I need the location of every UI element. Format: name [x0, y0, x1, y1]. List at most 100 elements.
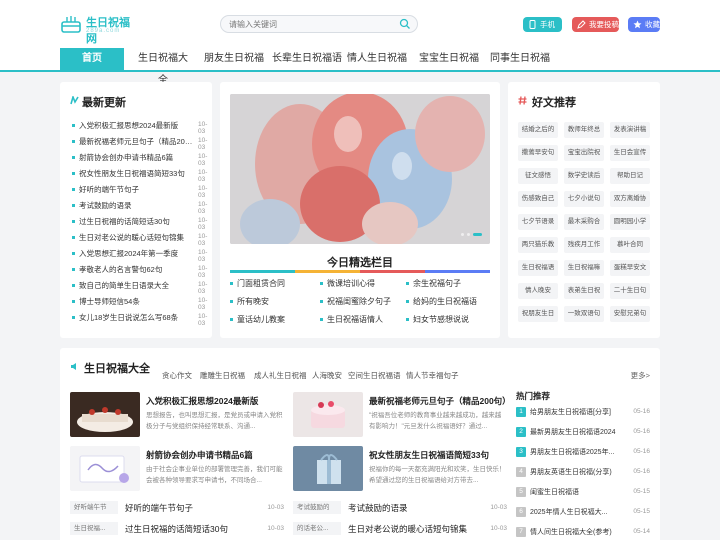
nav-home[interactable]: 首页	[60, 48, 124, 70]
site-header: 生日祝福网 289a.com 手机端 我要投稿 收藏	[0, 0, 720, 48]
submit-label: 我要投稿	[589, 20, 619, 29]
tag-link[interactable]: 七夕小说句	[564, 191, 604, 207]
tag-link[interactable]: 发表演讲稿	[610, 122, 650, 138]
slider-dots[interactable]	[458, 229, 482, 238]
latest-item-date: 10-03	[198, 185, 208, 199]
pick-link[interactable]: 生日祝福语情人	[320, 314, 383, 325]
site-logo[interactable]: 生日祝福网 289a.com	[60, 12, 140, 45]
hot-item-date: 05-16	[633, 448, 650, 455]
list-text: 好听的端午节句子	[125, 503, 194, 513]
search-icon[interactable]	[399, 18, 411, 30]
feature-item[interactable]: 入党积极汇报思想2024最新版 思想报告，也叫思想汇报，是党员或申请入党积极分子…	[70, 392, 284, 440]
latest-item[interactable]: 好听的端午节句子 10-03	[72, 182, 207, 199]
hot-item[interactable]: 3 男朋友生日祝福语2025年... 05-16	[516, 446, 650, 460]
feature-item[interactable]: 射箭协会创办申请书精品6篇 由于社会企事业单位的部署管理完善，我们可能会被各种领…	[70, 446, 284, 494]
tag-link[interactable]: 撒蔫早安句	[518, 145, 558, 161]
section-tab[interactable]: 贪心作文	[162, 370, 192, 381]
tag-link[interactable]: 生日祝福语	[518, 260, 558, 276]
pick-link[interactable]: 所有晚安	[230, 296, 269, 307]
section-tab[interactable]: 成人礼生日祝福	[254, 370, 307, 381]
tag-link[interactable]: 帮助日记	[610, 168, 650, 184]
tag-link[interactable]: 数学史读后	[564, 168, 604, 184]
tag-link[interactable]: 慕叶合同	[610, 237, 650, 253]
pick-link[interactable]: 余生祝福句子	[406, 278, 461, 289]
nav-elder-wishes[interactable]: 长辈生日祝福语	[272, 48, 342, 70]
submit-article-button[interactable]: 我要投稿	[572, 17, 619, 32]
latest-item[interactable]: 过生日祝福的话简短话30句 10-03	[72, 214, 207, 231]
section-tab[interactable]: 人海晚安	[312, 370, 342, 381]
feature-item[interactable]: 祝女性朋友生日祝福语简短33句 祝福你的每一天都充满阳光和欢笑，生日快乐！希望通…	[293, 446, 507, 494]
feature-thumb	[293, 446, 363, 491]
section-tab[interactable]: 雕雕生日祝福	[200, 370, 245, 381]
hot-item[interactable]: 1 给男朋友生日祝福语[分享] 05-16	[516, 406, 650, 420]
tag-link[interactable]: 两只猫乐教	[518, 237, 558, 253]
tag-link[interactable]: 七夕节语录	[518, 214, 558, 230]
favorite-label: 收藏	[645, 20, 660, 29]
hot-item[interactable]: 6 2025年情人生日祝福大... 05-15	[516, 506, 650, 520]
tag-link[interactable]: 表弟生日祝	[564, 283, 604, 299]
latest-item[interactable]: 致自己的简单生日语录大全 10-03	[72, 278, 207, 295]
tag-link[interactable]: 祝朋友生日	[518, 306, 558, 322]
tag-link[interactable]: 安慰兄弟句	[610, 306, 650, 322]
tag-link[interactable]: 征文感悟	[518, 168, 558, 184]
search-box	[220, 15, 418, 33]
pick-link[interactable]: 给妈的生日祝福语	[406, 296, 477, 307]
nav-lover-wishes[interactable]: 情人生日祝福	[346, 48, 408, 70]
nav-friend-wishes[interactable]: 朋友生日祝福	[204, 48, 264, 70]
tag-link[interactable]: 圆明园小学	[610, 214, 650, 230]
latest-item[interactable]: 女儿18岁生日说说怎么写68条 10-03	[72, 310, 207, 327]
feature-title: 祝女性朋友生日祝福语简短33句	[369, 450, 489, 460]
tag-link[interactable]: 二十生日句	[610, 283, 650, 299]
latest-item-date: 10-03	[198, 217, 208, 231]
mobile-button[interactable]: 手机端	[523, 17, 562, 44]
section-tab[interactable]: 空间生日祝福语	[348, 370, 401, 381]
list-item[interactable]: 好听端午节 好听的端午节句子 10-03	[70, 501, 284, 515]
section-tab[interactable]: 情人节幸福句子	[406, 370, 459, 381]
latest-item[interactable]: 射箭协会创办申请书精品6篇 10-03	[72, 150, 207, 167]
list-item[interactable]: 生日祝福... 过生日祝福的话简短话30句 10-03	[70, 522, 284, 536]
hot-item[interactable]: 7 情人间生日祝福大全(参考) 05-14	[516, 526, 650, 540]
list-tag: 考试鼓励的	[293, 501, 341, 514]
hot-item[interactable]: 2 最新男朋友生日祝福语2024 05-16	[516, 426, 650, 440]
latest-item-date: 10-03	[198, 281, 208, 295]
nav-baby-wishes[interactable]: 宝宝生日祝福	[418, 48, 480, 70]
hot-item-date: 05-15	[633, 488, 650, 495]
tag-link[interactable]: 情人晚安	[518, 283, 558, 299]
latest-item[interactable]: 孝敬老人的名言警句62句 10-03	[72, 262, 207, 279]
tag-link[interactable]: 教师年终总	[564, 122, 604, 138]
pick-link[interactable]: 祝福闺蜜除夕句子	[320, 296, 391, 307]
tag-link[interactable]: 一致双语句	[564, 306, 604, 322]
tag-link[interactable]: 蛋糕早安文	[610, 260, 650, 276]
tag-link[interactable]: 双方离婚协	[610, 191, 650, 207]
tag-link[interactable]: 宝宝出院祝	[564, 145, 604, 161]
pick-link[interactable]: 童话幼儿教案	[230, 314, 285, 325]
nav-colleague-wishes[interactable]: 同事生日祝福	[490, 48, 550, 70]
favorite-button[interactable]: 收藏	[628, 17, 660, 32]
search-input[interactable]	[229, 18, 399, 31]
latest-item[interactable]: 最新祝福老师元旦句子（精品200句） 10-03	[72, 134, 207, 151]
latest-item[interactable]: 考试鼓励的语录 10-03	[72, 198, 207, 215]
tag-link[interactable]: 最木采购合	[564, 214, 604, 230]
latest-item[interactable]: 入党积极汇报思想2024最新版 10-03	[72, 118, 207, 135]
tag-link[interactable]: 结婚之后的	[518, 122, 558, 138]
latest-item[interactable]: 祝女性朋友生日祝福语简短33句 10-03	[72, 166, 207, 183]
more-link[interactable]: 更多>	[631, 370, 650, 381]
latest-item[interactable]: 生日对老公说的暖心话短句锦集 10-03	[72, 230, 207, 247]
feature-title: 入党积极汇报思想2024最新版	[146, 396, 259, 406]
pick-link[interactable]: 微课培训心得	[320, 278, 375, 289]
latest-item[interactable]: 入党思想汇报2024年第一季度 10-03	[72, 246, 207, 263]
tag-link[interactable]: 生日祝福嘛	[564, 260, 604, 276]
nav-birthday-wishes[interactable]: 生日祝福大全	[134, 48, 192, 86]
latest-item[interactable]: 博士导师短信54条 10-03	[72, 294, 207, 311]
banner-slider[interactable]	[230, 94, 490, 244]
tag-link[interactable]: 生日会宣传	[610, 145, 650, 161]
list-item[interactable]: 考试鼓励的 考试鼓励的语录 10-03	[293, 501, 507, 515]
pick-link[interactable]: 门面租赁合同	[230, 278, 285, 289]
pick-link[interactable]: 妇女节感想说说	[406, 314, 469, 325]
tag-link[interactable]: 残疾月工作	[564, 237, 604, 253]
hot-item[interactable]: 5 闺蜜生日祝福语 05-15	[516, 486, 650, 500]
list-item[interactable]: 的话老公... 生日对老公说的暖心话短句锦集 10-03	[293, 522, 507, 536]
tag-link[interactable]: 伤感致自己	[518, 191, 558, 207]
hot-item[interactable]: 4 男朋友英语生日祝福(分享) 05-16	[516, 466, 650, 480]
feature-item[interactable]: 最新祝福老师元旦句子（精品200句） "祝福吾位老师的教育事业越来越成功，越来越…	[293, 392, 507, 440]
